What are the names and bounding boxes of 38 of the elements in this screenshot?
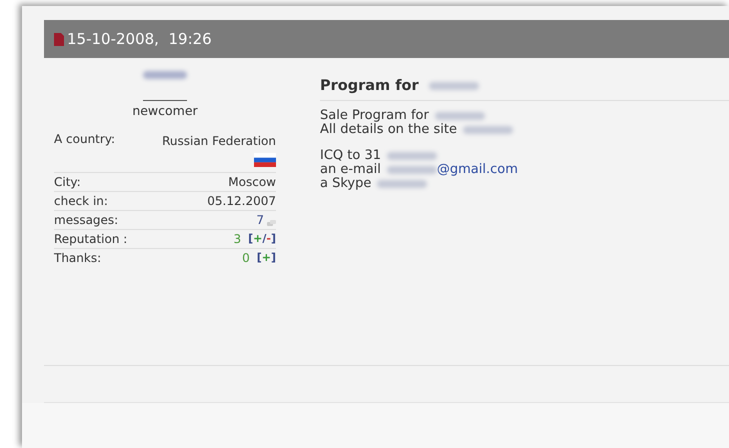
bracket-mark: ] xyxy=(270,232,276,245)
message-text: ICQ to 31 xyxy=(320,149,382,163)
field-label: Thanks: xyxy=(54,250,102,266)
flag-icon xyxy=(254,153,276,167)
email-link[interactable]: @gmail.com xyxy=(436,163,518,177)
bracket-mark: ] xyxy=(270,251,276,264)
field-label: messages: xyxy=(54,212,118,228)
field-value: 3 xyxy=(233,231,242,247)
message-text: Sale Program for xyxy=(320,109,429,123)
post-date: 15-10-2008, 19:26 xyxy=(67,30,212,48)
title-text: Program for xyxy=(320,78,419,94)
field-label: City: xyxy=(54,174,81,190)
field-value: Russian Federation xyxy=(162,134,276,148)
message-text: a Skype xyxy=(320,177,372,191)
field-value: Moscow xyxy=(228,174,276,190)
bracket-mark: [ xyxy=(248,232,254,245)
user-rank: newcomer xyxy=(131,103,199,118)
redacted-text xyxy=(428,82,479,90)
redacted-text xyxy=(462,126,513,134)
document-icon xyxy=(54,32,64,46)
plus-link[interactable]: + xyxy=(262,251,271,264)
field-value[interactable]: 7 xyxy=(256,212,264,228)
bracket-mark: [ xyxy=(256,251,262,264)
redacted-text xyxy=(386,166,437,174)
message-text: an e-mail xyxy=(320,163,381,177)
field-value: 0 xyxy=(242,250,250,266)
minus-link[interactable]: - xyxy=(266,232,271,245)
field-label: A country: xyxy=(54,131,116,147)
redacted-text xyxy=(387,152,438,160)
field-value: 05.12.2007 xyxy=(207,193,276,209)
field-label: check in: xyxy=(54,193,108,209)
message-text: All details on the site xyxy=(320,123,457,137)
field-label: Reputation : xyxy=(54,231,128,247)
redacted-text xyxy=(434,112,485,120)
redacted-text xyxy=(377,180,428,188)
chat-icon xyxy=(267,220,276,228)
plus-link[interactable]: + xyxy=(253,232,262,245)
bracket-mark: / xyxy=(262,232,266,245)
